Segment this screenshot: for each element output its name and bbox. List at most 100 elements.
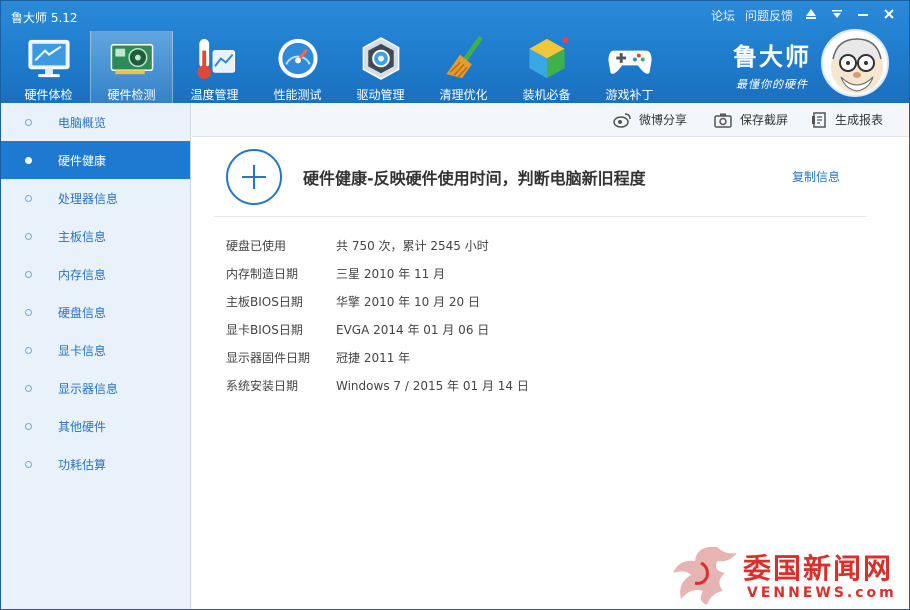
watermark-text: 委国新闻网	[743, 552, 894, 585]
app-title: 鲁大师 5.12	[11, 11, 78, 25]
info-key: 硬盘已使用	[226, 239, 287, 253]
feedback-link[interactable]: 问题反馈	[745, 7, 793, 24]
brand-logo: 鲁大师 最懂你的硬件	[733, 37, 811, 92]
bullet-icon	[25, 308, 32, 316]
app-window: 鲁大师 5.12 论坛 问题反馈 硬件体检 硬件检测 温度管理 性能测试 驱动管…	[0, 0, 910, 610]
bullet-icon	[25, 346, 32, 354]
main-nav: 硬件体检 硬件检测 温度管理 性能测试 驱动管理 清理优化 装机必备 游戏补丁	[7, 31, 671, 103]
sidebar-item-label: 硬盘信息	[58, 305, 107, 320]
forum-link[interactable]: 论坛	[711, 7, 735, 24]
info-value: 共 750 次，累计 2545 小时	[336, 239, 489, 253]
generate-report-button[interactable]: 生成报表	[811, 111, 883, 128]
nav-item-essentials[interactable]: 装机必备	[505, 31, 588, 103]
info-key: 系统安装日期	[226, 379, 299, 393]
sidebar-item-label: 显卡信息	[58, 343, 107, 358]
weibo-share-label: 微博分享	[639, 113, 688, 127]
info-row: 显示器固件日期 冠捷 2011 年	[226, 349, 410, 369]
brand-name: 鲁大师	[733, 42, 811, 71]
nav-label: 游戏补丁	[605, 88, 654, 102]
bullet-icon	[25, 232, 32, 240]
sidebar-item-label: 主板信息	[58, 229, 107, 244]
nav-item-drivers[interactable]: 驱动管理	[339, 31, 422, 103]
thermometer-icon	[196, 38, 235, 80]
title-bar-controls: 论坛 问题反馈	[711, 7, 897, 24]
watermark-logo: 委国新闻网 VENNEWS.com	[667, 541, 907, 607]
brand-slogan: 最懂你的硬件	[736, 78, 808, 91]
bullet-icon	[25, 156, 32, 164]
sidebar: 电脑概览 硬件健康 处理器信息 主板信息 内存信息 硬盘信息 显卡信息 显示器信…	[1, 103, 191, 609]
save-screenshot-label: 保存截屏	[740, 113, 789, 127]
camera-icon	[714, 113, 732, 128]
bullet-icon	[25, 118, 32, 126]
nav-item-hardware-detection[interactable]: 硬件检测	[90, 31, 173, 103]
bullet-icon	[25, 460, 32, 468]
info-row: 内存制造日期 三星 2010 年 11 月	[226, 265, 445, 285]
sidebar-item-disk[interactable]: 硬盘信息	[1, 293, 190, 331]
info-key: 显示器固件日期	[226, 351, 311, 365]
info-value: 三星 2010 年 11 月	[336, 267, 446, 281]
menu-dropdown-icon[interactable]	[829, 8, 845, 24]
nav-label: 驱动管理	[356, 88, 405, 102]
bullet-icon	[25, 194, 32, 202]
gamepad-icon	[607, 50, 652, 74]
header-bar: 鲁大师 5.12 论坛 问题反馈 硬件体检 硬件检测 温度管理 性能测试 驱动管…	[1, 1, 909, 103]
sidebar-item-label: 其他硬件	[58, 419, 107, 434]
info-key: 显卡BIOS日期	[226, 323, 303, 337]
weibo-icon	[613, 112, 631, 128]
nav-item-cleanup[interactable]: 清理优化	[422, 31, 505, 103]
sidebar-item-power-estimate[interactable]: 功耗估算	[1, 445, 190, 483]
sidebar-item-label: 内存信息	[58, 267, 107, 282]
watermark-sub: VENNEWS.com	[747, 585, 897, 601]
info-value: 冠捷 2011 年	[336, 351, 411, 365]
nav-label: 清理优化	[439, 88, 488, 102]
graphics-card-icon	[110, 44, 153, 75]
sidebar-item-label: 处理器信息	[58, 191, 119, 206]
sidebar-item-memory[interactable]: 内存信息	[1, 255, 190, 293]
sidebar-item-label: 硬件健康	[58, 153, 107, 168]
nav-label: 装机必备	[522, 88, 571, 102]
sidebar-item-processor[interactable]: 处理器信息	[1, 179, 190, 217]
broom-icon	[445, 36, 482, 79]
dragon-icon	[673, 546, 737, 605]
page-title: 硬件健康-反映硬件使用时间，判断电脑新旧程度	[303, 169, 646, 188]
info-key: 主板BIOS日期	[226, 295, 303, 309]
nav-label: 硬件检测	[107, 88, 156, 102]
bullet-icon	[25, 384, 32, 392]
driver-gear-icon	[362, 37, 399, 80]
report-icon	[812, 111, 826, 128]
minimize-icon[interactable]	[855, 8, 871, 24]
mascot-avatar	[821, 29, 889, 97]
save-screenshot-button[interactable]: 保存截屏	[714, 111, 788, 128]
sidebar-item-display[interactable]: 显示器信息	[1, 369, 190, 407]
skin-icon[interactable]	[803, 8, 819, 24]
sidebar-item-label: 电脑概览	[58, 115, 107, 130]
divider	[214, 216, 867, 217]
nav-item-hardware-checkup[interactable]: 硬件体检	[7, 31, 90, 103]
weibo-share-button[interactable]: 微博分享	[613, 111, 687, 128]
plus-circle-icon	[226, 149, 282, 205]
info-value: EVGA 2014 年 01 月 06 日	[336, 323, 490, 337]
sidebar-item-computer-overview[interactable]: 电脑概览	[1, 103, 190, 141]
info-value: 华擎 2010 年 10 月 20 日	[336, 295, 480, 309]
sidebar-item-label: 功耗估算	[58, 457, 107, 472]
toolbar: 微博分享 保存截屏 生成报表	[192, 103, 909, 137]
monitor-icon	[27, 39, 70, 78]
nav-item-performance[interactable]: 性能测试	[256, 31, 339, 103]
info-row: 硬盘已使用 共 750 次，累计 2545 小时	[226, 237, 489, 257]
sidebar-item-graphics[interactable]: 显卡信息	[1, 331, 190, 369]
sidebar-item-motherboard[interactable]: 主板信息	[1, 217, 190, 255]
main-content: 硬件健康-反映硬件使用时间，判断电脑新旧程度 复制信息 硬盘已使用 共 750 …	[192, 137, 909, 609]
sidebar-item-other-hardware[interactable]: 其他硬件	[1, 407, 190, 445]
info-value: Windows 7 / 2015 年 01 月 14 日	[336, 379, 529, 393]
nav-item-game-patches[interactable]: 游戏补丁	[588, 31, 671, 103]
close-icon[interactable]	[881, 8, 897, 24]
bullet-icon	[25, 270, 32, 278]
info-row: 显卡BIOS日期 EVGA 2014 年 01 月 06 日	[226, 321, 489, 341]
nav-item-temperature[interactable]: 温度管理	[173, 31, 256, 103]
info-key: 内存制造日期	[226, 267, 299, 281]
speedometer-icon	[277, 38, 318, 79]
copy-info-link[interactable]: 复制信息	[792, 168, 840, 185]
cube-icon	[528, 36, 569, 79]
nav-label: 温度管理	[190, 88, 239, 102]
sidebar-item-hardware-health[interactable]: 硬件健康	[1, 141, 190, 179]
